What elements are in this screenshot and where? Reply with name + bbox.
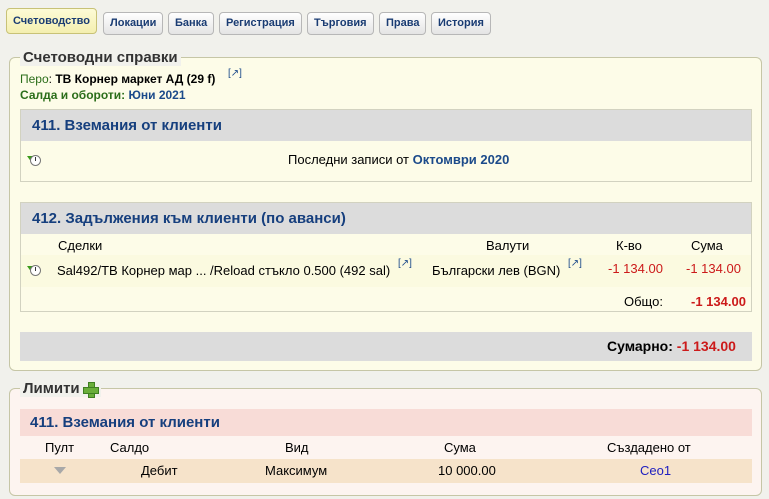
- summary-value: -1 134.00: [676, 338, 736, 354]
- tab-locations[interactable]: Локации: [103, 12, 164, 35]
- balances-line: Салда и обороти: Юни 2021: [20, 88, 186, 102]
- dropdown-triangle-icon[interactable]: [54, 467, 66, 474]
- col-amount-header: Сума: [444, 440, 476, 455]
- section-411: 411. Вземания от клиенти Последни записи…: [20, 109, 752, 182]
- pero-label: Перо: [20, 72, 49, 86]
- tab-rights[interactable]: Права: [379, 12, 427, 35]
- add-limit-plus-icon[interactable]: [82, 381, 99, 399]
- tab-registration[interactable]: Регистрация: [219, 12, 302, 35]
- tab-history[interactable]: История: [431, 12, 491, 35]
- accounting-reports-panel: Счетоводни справки Перо: ТВ Корнер марке…: [9, 49, 762, 371]
- amount-value: -1 134.00: [686, 261, 741, 276]
- col-kind-header: Вид: [285, 440, 309, 455]
- limit-amount-value: 10 000.00: [438, 463, 496, 478]
- col-amount-header: Сума: [691, 238, 723, 253]
- col-deals-header: Сделки: [58, 238, 103, 253]
- currency-external-link-icon[interactable]: [↗]: [568, 258, 582, 269]
- limit-kind-value: Максимум: [265, 463, 328, 478]
- balances-period-link[interactable]: Юни 2021: [128, 88, 185, 102]
- pero-external-link-icon[interactable]: [↗]: [228, 68, 242, 79]
- col-balance-header: Салдо: [110, 440, 150, 455]
- col-qty-header: К-во: [616, 238, 642, 253]
- limits-legend-label: Лимити: [23, 380, 80, 397]
- section-411-title: 411. Вземания от клиенти: [21, 110, 751, 141]
- total-label: Общо:: [624, 294, 663, 309]
- total-value: -1 134.00: [691, 294, 746, 309]
- deal-external-link-icon[interactable]: [↗]: [398, 258, 412, 269]
- last-records-link[interactable]: Октомври 2020: [413, 152, 510, 167]
- deal-link[interactable]: Sal492/ТВ Корнер мар ... /Reload стъкло …: [57, 263, 390, 278]
- tab-bank[interactable]: Банка: [168, 12, 215, 35]
- limits-panel: Лимити 411. Вземания от клиенти Пулт Сал…: [9, 380, 762, 496]
- accounting-reports-legend: Счетоводни справки: [20, 49, 181, 66]
- summary-label: Сумарно:: [607, 338, 673, 354]
- tab-trade[interactable]: Търговия: [307, 12, 374, 35]
- limits-legend: Лимити: [20, 380, 101, 399]
- last-records-label: Последни записи от: [288, 152, 410, 167]
- history-download-icon[interactable]: [27, 264, 42, 277]
- tab-accounting[interactable]: Счетоводство: [6, 8, 97, 34]
- col-console-header: Пулт: [45, 440, 75, 455]
- summary-line: Сумарно: -1 134.00: [607, 338, 736, 354]
- limits-section-title: 411. Вземания от клиенти: [20, 409, 752, 436]
- history-download-icon[interactable]: [27, 154, 42, 167]
- col-currency-header: Валути: [486, 238, 530, 253]
- limit-balance-value: Дебит: [141, 463, 178, 478]
- balances-label: Салда и обороти:: [20, 88, 126, 102]
- pero-line: Перо: ТВ Корнер маркет АД (29 f): [20, 72, 216, 86]
- created-by-link[interactable]: Ceo1: [640, 463, 671, 478]
- section-412: 412. Задължения към клиенти (по аванси) …: [20, 202, 752, 312]
- col-created-header: Създадено от: [607, 440, 691, 455]
- last-records-line: Последни записи от Октомври 2020: [288, 152, 509, 167]
- section-412-title: 412. Задължения към клиенти (по аванси): [21, 203, 751, 234]
- currency-value: Български лев (BGN): [432, 263, 561, 278]
- qty-value: -1 134.00: [608, 261, 663, 276]
- pero-value: ТВ Корнер маркет АД (29 f): [55, 72, 216, 86]
